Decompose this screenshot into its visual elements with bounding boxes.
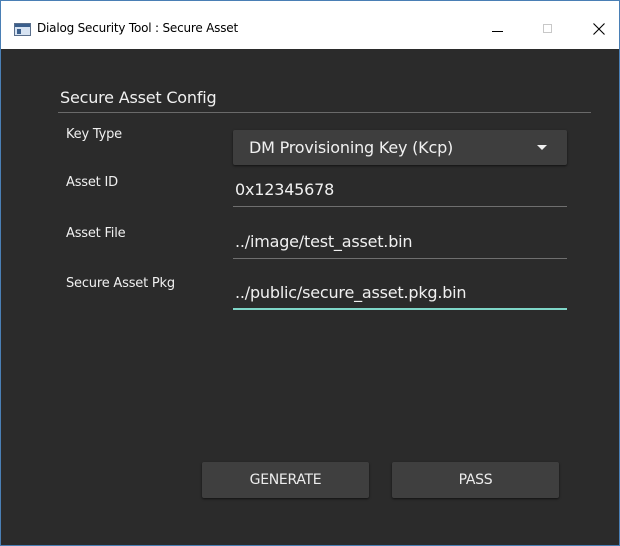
key-type-value: DM Provisioning Key (Kcp) [249, 138, 454, 157]
close-button[interactable] [576, 1, 620, 49]
key-type-label: Key Type [66, 127, 122, 142]
section-title: Secure Asset Config [60, 88, 217, 107]
section-divider [58, 112, 591, 113]
window-title: Dialog Security Tool : Secure Asset [37, 21, 238, 35]
asset-file-field[interactable] [233, 225, 567, 259]
app-window: Dialog Security Tool : Secure Asset Secu… [0, 0, 620, 546]
asset-file-label: Asset File [66, 226, 126, 241]
secure-asset-pkg-field[interactable] [233, 276, 567, 310]
secure-asset-panel: Secure Asset Config Key Type DM Provisio… [9, 49, 609, 539]
maximize-button[interactable] [526, 1, 572, 49]
asset-id-label: Asset ID [66, 175, 118, 190]
minimize-button[interactable] [475, 1, 521, 49]
key-type-select[interactable]: DM Provisioning Key (Kcp) [233, 130, 567, 165]
app-window-icon [14, 23, 31, 36]
close-icon [593, 23, 605, 35]
chevron-down-icon [537, 145, 547, 150]
title-bar[interactable]: Dialog Security Tool : Secure Asset [1, 1, 619, 49]
asset-id-field[interactable] [233, 173, 567, 207]
secure-asset-pkg-label: Secure Asset Pkg [66, 276, 175, 291]
pass-button[interactable]: PASS [392, 462, 559, 498]
generate-button[interactable]: GENERATE [202, 462, 369, 498]
